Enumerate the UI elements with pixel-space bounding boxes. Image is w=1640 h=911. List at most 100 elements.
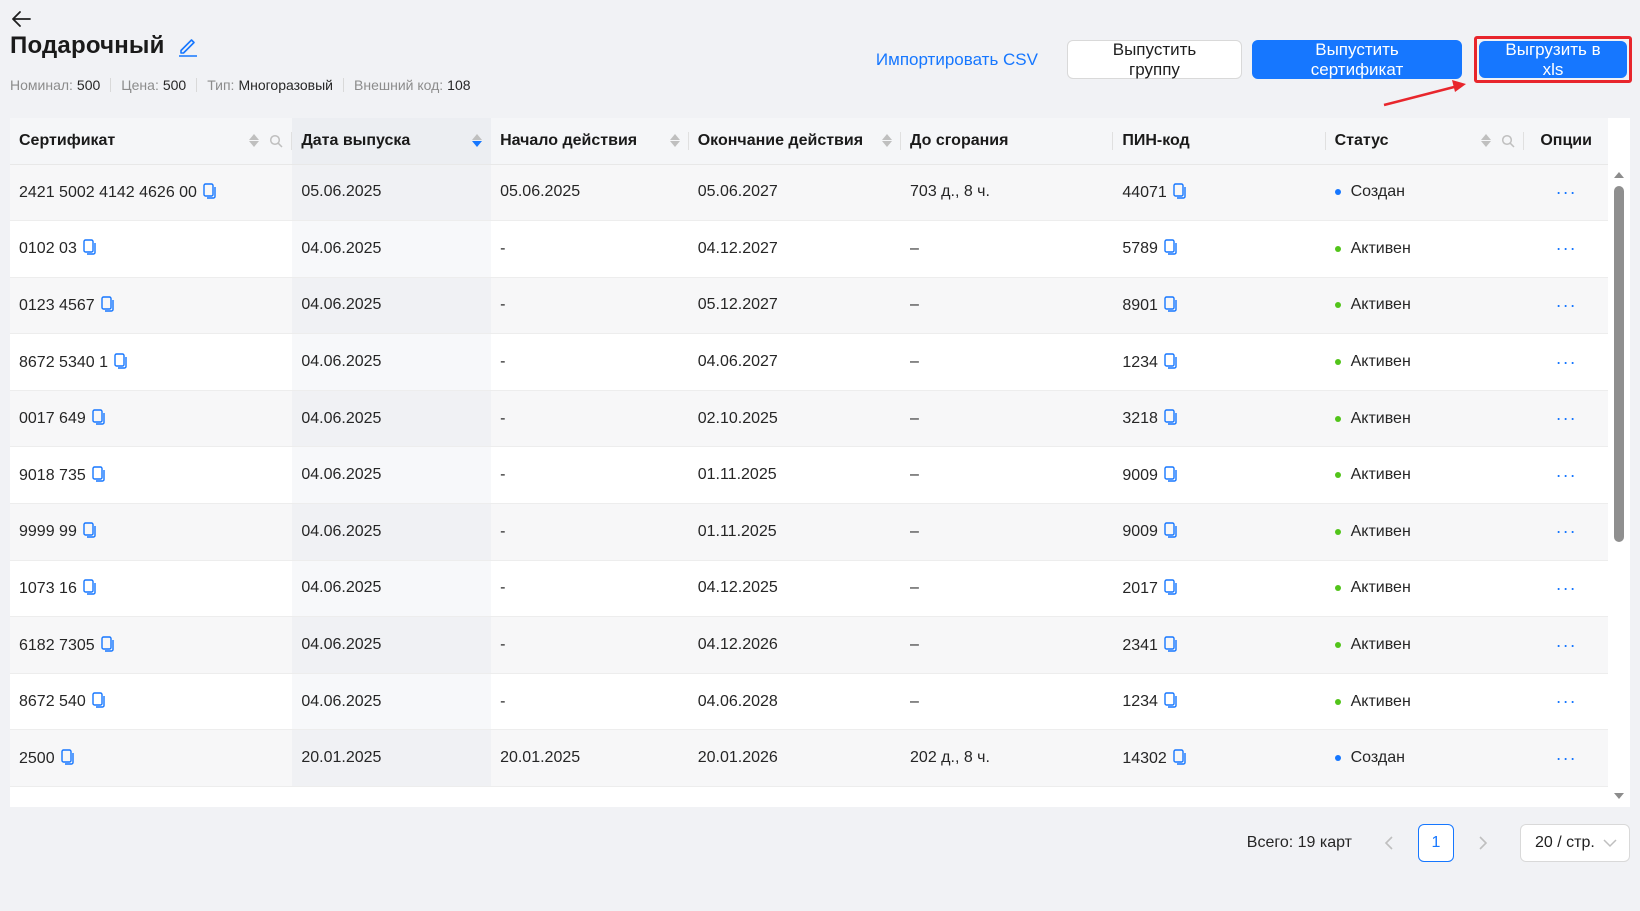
- more-options-icon[interactable]: ···: [1556, 521, 1577, 541]
- sort-icon[interactable]: [249, 134, 260, 148]
- sort-icon[interactable]: [1481, 134, 1492, 148]
- table-header: Сертификат Дата выпуска Начало действия: [10, 118, 1608, 165]
- table-row[interactable]: 9018 735 04.06.2025-01.11.2025–9009 Активе…: [10, 446, 1608, 505]
- cell-start: -: [491, 560, 689, 618]
- sort-icon[interactable]: [882, 134, 893, 148]
- cell-pin: 9009: [1113, 446, 1326, 505]
- more-options-icon[interactable]: ···: [1556, 408, 1577, 428]
- column-header-end[interactable]: Окончание действия: [688, 118, 902, 165]
- table-row[interactable]: 8672 540 04.06.2025-04.06.2028–1234 Активе…: [10, 673, 1608, 731]
- more-options-icon[interactable]: ···: [1556, 748, 1577, 768]
- cell-pin: 9009: [1113, 503, 1326, 561]
- column-header-status[interactable]: Статус: [1325, 118, 1525, 165]
- table-row[interactable]: 2500 20.01.2025 20.01.2025 20.01.2026 202 д.…: [10, 729, 1608, 788]
- cell-end: 04.06.2028: [688, 673, 902, 731]
- edit-icon[interactable]: [177, 34, 201, 58]
- copy-icon[interactable]: [92, 692, 105, 708]
- column-header-certificate[interactable]: Сертификат: [10, 118, 293, 165]
- cell-pin: 5789: [1113, 220, 1326, 278]
- import-csv-button[interactable]: Импортировать CSV: [876, 50, 1038, 70]
- search-icon[interactable]: [1501, 134, 1515, 148]
- more-options-icon[interactable]: ···: [1556, 352, 1577, 372]
- cell-options: ···: [1524, 390, 1608, 448]
- cell-burn: –: [901, 503, 1114, 561]
- copy-icon[interactable]: [1164, 352, 1177, 369]
- status-dot: [1334, 755, 1341, 762]
- cell-status: Создан: [1325, 729, 1525, 788]
- status-badge: Активен: [1350, 409, 1411, 427]
- copy-icon[interactable]: [60, 749, 74, 765]
- issue-group-button[interactable]: Выпустить группу: [1067, 40, 1242, 79]
- cell-certificate: 2500: [10, 729, 293, 788]
- copy-icon[interactable]: [1164, 239, 1177, 256]
- scroll-down-icon[interactable]: [1614, 793, 1624, 799]
- divider: [196, 78, 198, 92]
- page-size-select[interactable]: 20 / стр.: [1520, 824, 1630, 862]
- prev-page-button[interactable]: [1374, 828, 1404, 858]
- more-options-icon[interactable]: ···: [1556, 635, 1577, 655]
- copy-icon[interactable]: [1164, 692, 1177, 708]
- table-row[interactable]: 6182 7305 04.06.2025-04.12.2026–2341 Актив…: [10, 616, 1608, 674]
- cell-certificate: 2421 5002 4142 4626 00: [10, 164, 293, 222]
- copy-icon[interactable]: [83, 579, 96, 595]
- search-icon[interactable]: [269, 134, 283, 148]
- next-page-button[interactable]: [1468, 828, 1498, 858]
- status-badge: Активен: [1350, 296, 1411, 314]
- more-options-icon[interactable]: ···: [1556, 691, 1577, 711]
- copy-icon[interactable]: [83, 239, 96, 256]
- copy-icon[interactable]: [1164, 635, 1177, 652]
- table-row[interactable]: 9999 99 04.06.2025-01.11.2025–9009 Активен…: [10, 503, 1608, 561]
- cell-options: ···: [1524, 333, 1608, 391]
- cell-certificate: 0123 4567: [10, 277, 293, 335]
- export-xls-button[interactable]: Выгрузить в xls: [1479, 40, 1627, 79]
- page-number-button[interactable]: 1: [1418, 824, 1454, 862]
- sort-icon[interactable]: [472, 134, 483, 148]
- table-row[interactable]: 0123 4567 04.06.2025-05.12.2027–8901 Актив…: [10, 277, 1608, 335]
- back-button[interactable]: [8, 6, 34, 32]
- highlight-box: Выгрузить в xls: [1474, 36, 1632, 83]
- status-badge: Создан: [1350, 749, 1405, 767]
- cell-burn: –: [901, 616, 1114, 674]
- column-header-issue-date[interactable]: Дата выпуска: [292, 118, 492, 165]
- copy-icon[interactable]: [1164, 466, 1177, 482]
- copy-icon[interactable]: [83, 522, 96, 539]
- more-options-icon[interactable]: ···: [1556, 465, 1577, 485]
- copy-icon[interactable]: [92, 466, 105, 482]
- copy-icon[interactable]: [1164, 409, 1177, 425]
- more-options-icon[interactable]: ···: [1556, 295, 1577, 315]
- more-options-icon[interactable]: ···: [1556, 578, 1577, 598]
- more-options-icon[interactable]: ···: [1556, 238, 1577, 258]
- copy-icon[interactable]: [100, 635, 114, 652]
- scroll-up-icon[interactable]: [1614, 172, 1624, 178]
- cell-burn: –: [901, 220, 1114, 278]
- table-row[interactable]: 1073 16 04.06.2025-04.12.2025–2017 Активен…: [10, 560, 1608, 618]
- more-options-icon[interactable]: ···: [1556, 182, 1577, 202]
- copy-icon[interactable]: [100, 296, 114, 312]
- table-row[interactable]: 2421 5002 4142 4626 00 05.06.2025 05.06.20…: [10, 164, 1608, 222]
- status-badge: Активен: [1350, 692, 1411, 710]
- page-title: Подарочный: [10, 32, 165, 59]
- copy-icon[interactable]: [1164, 296, 1177, 312]
- table-row[interactable]: 0017 649 04.06.2025-02.10.2025–3218 Активе…: [10, 390, 1608, 448]
- copy-icon[interactable]: [1164, 579, 1177, 595]
- sort-icon[interactable]: [669, 134, 680, 148]
- copy-icon[interactable]: [203, 183, 216, 199]
- copy-icon[interactable]: [92, 409, 105, 425]
- certificate-meta: Номинал: 500 Цена: 500 Тип: Многоразовый Вн…: [10, 77, 471, 93]
- copy-icon[interactable]: [114, 352, 127, 369]
- table-row[interactable]: 0102 03 04.06.2025-04.12.2027–5789 Активен…: [10, 220, 1608, 278]
- cell-start: -: [491, 446, 689, 505]
- scrollbar-thumb[interactable]: [1614, 186, 1624, 542]
- cell-options: ···: [1524, 446, 1608, 505]
- table-scrollbar[interactable]: [1608, 164, 1630, 807]
- pagination: Всего: 19 карт 1 20 / стр.: [1247, 824, 1630, 862]
- column-header-start[interactable]: Начало действия: [491, 118, 689, 165]
- column-header-options: Опции: [1524, 118, 1608, 165]
- cell-pin: 1234: [1113, 673, 1326, 731]
- issue-certificate-button[interactable]: Выпустить сертификат: [1252, 40, 1462, 79]
- table-row[interactable]: 8672 5340 1 04.06.2025-04.06.2027–1234 Акт…: [10, 333, 1608, 391]
- cell-certificate: 6182 7305: [10, 616, 293, 674]
- copy-icon[interactable]: [1164, 522, 1177, 539]
- copy-icon[interactable]: [1173, 749, 1186, 765]
- copy-icon[interactable]: [1173, 183, 1186, 199]
